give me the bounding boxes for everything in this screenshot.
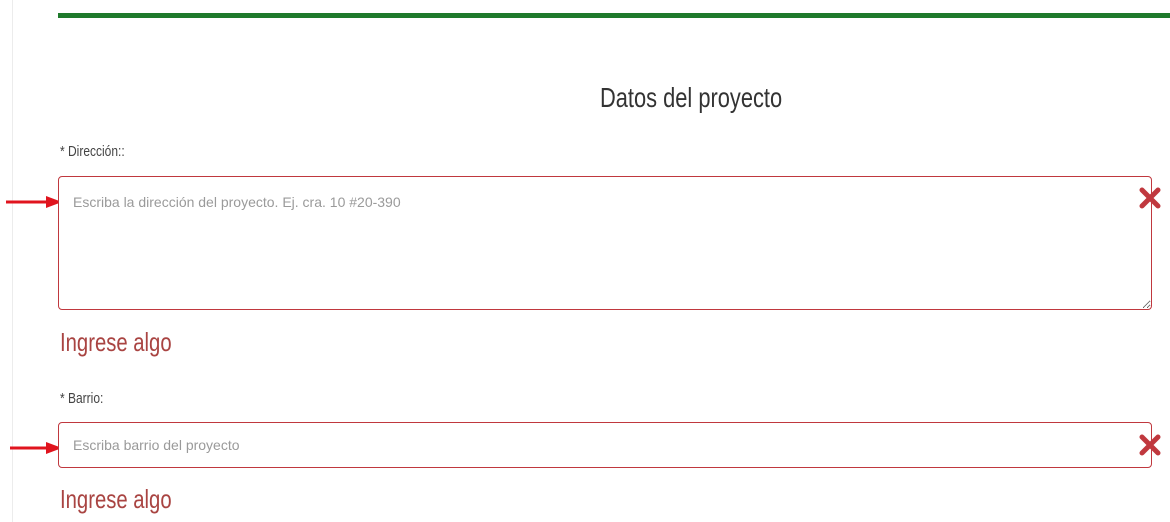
clear-x-icon[interactable] (1138, 186, 1162, 210)
barrio-input[interactable] (58, 422, 1152, 468)
barrio-error-message: Ingrese algo (60, 484, 172, 514)
pointer-arrow-icon (6, 196, 62, 208)
pointer-arrow-icon (10, 442, 62, 454)
direccion-textarea[interactable] (58, 176, 1152, 310)
direccion-label: * Dirección:: (60, 143, 125, 160)
direccion-error-message: Ingrese algo (60, 327, 172, 357)
clear-x-icon[interactable] (1138, 433, 1162, 457)
section-accent-bar (58, 13, 1170, 18)
section-title: Datos del proyecto (600, 82, 783, 113)
barrio-label: * Barrio: (60, 390, 104, 407)
